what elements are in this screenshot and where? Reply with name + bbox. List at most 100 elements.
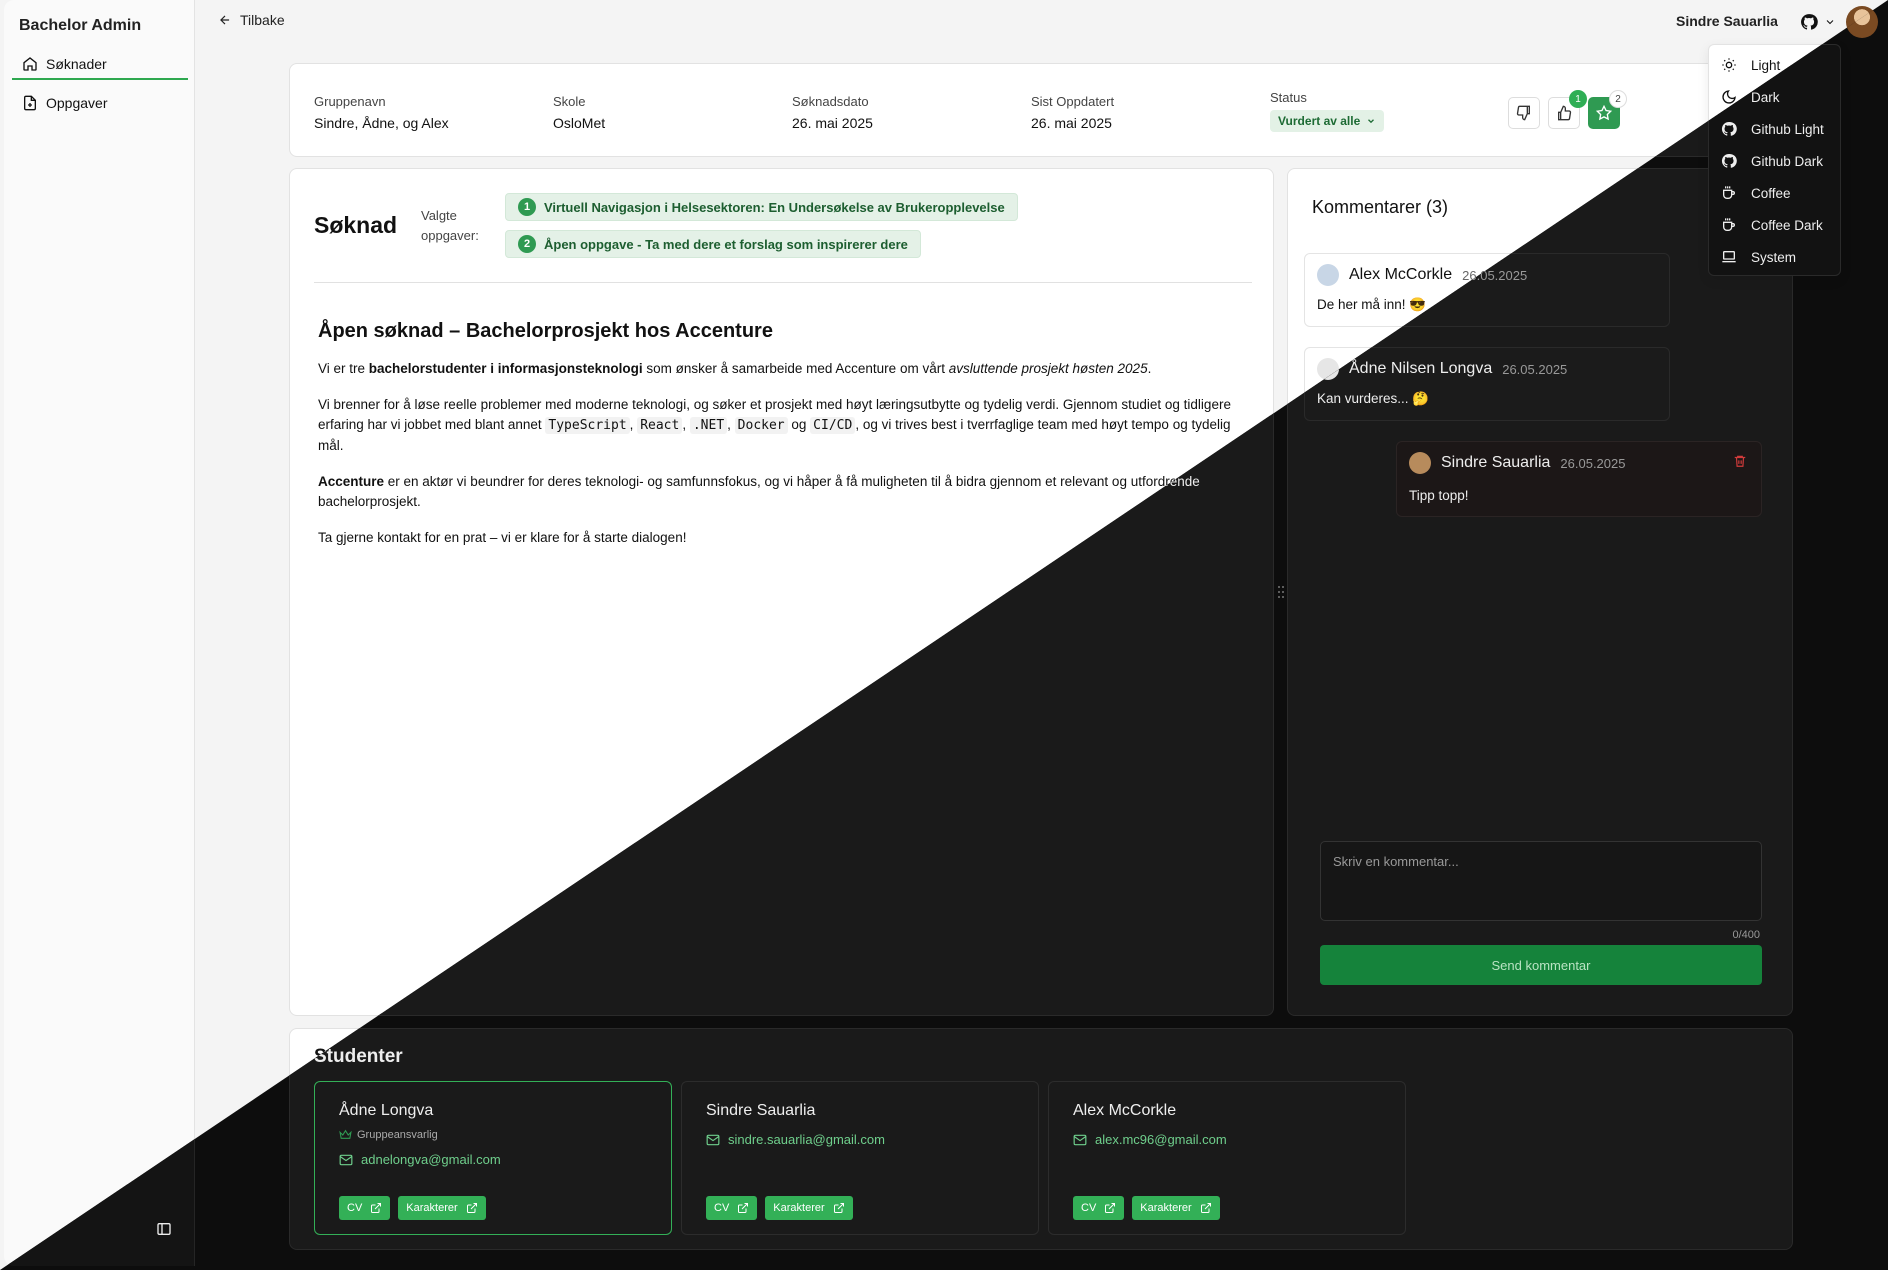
sidebar-item-label: Oppgaver bbox=[46, 95, 108, 111]
chevron-down-icon[interactable] bbox=[1824, 16, 1836, 28]
like-count-badge: 1 bbox=[1569, 90, 1587, 108]
send-comment-button[interactable]: Send kommentar bbox=[1320, 945, 1762, 985]
character-counter: 0/400 bbox=[1732, 929, 1760, 941]
application-document: Åpen søknad – Bachelorprosjekt hos Accen… bbox=[318, 321, 1248, 564]
mail-icon bbox=[339, 1154, 353, 1165]
student-name: Alex McCorkle bbox=[1073, 1102, 1177, 1119]
task-number: 2 bbox=[518, 235, 536, 253]
crown-icon bbox=[339, 1129, 352, 1139]
external-link-icon bbox=[1200, 1203, 1211, 1213]
theme-menu: Light Dark Github Light Github Dark Coff… bbox=[1708, 44, 1841, 276]
date-value: 26. mai 2025 bbox=[792, 115, 873, 131]
date-info: Søknadsdato 26. mai 2025 bbox=[792, 94, 873, 131]
dislike-button[interactable] bbox=[1508, 97, 1540, 129]
user-name: Sindre Sauarlia bbox=[1676, 13, 1778, 29]
coffee-icon bbox=[1723, 186, 1735, 199]
school-value: OsloMet bbox=[553, 115, 606, 131]
theme-option-light[interactable]: Light bbox=[1721, 51, 1780, 79]
student-email-link[interactable]: adnelongva@gmail.com bbox=[339, 1152, 501, 1167]
theme-option-coffee[interactable]: Coffee bbox=[1721, 179, 1791, 207]
document-heading: Åpen søknad – Bachelorprosjekt hos Accen… bbox=[318, 320, 773, 342]
trash-icon[interactable] bbox=[1733, 454, 1747, 468]
sidebar-toggle-icon[interactable] bbox=[156, 1221, 172, 1237]
light-theme-view: Bachelor Admin Søknader Oppgaver Tilbake… bbox=[0, 0, 1888, 1270]
comment-input[interactable]: Skriv en kommentar... bbox=[1320, 841, 1762, 921]
github-icon[interactable] bbox=[1800, 13, 1818, 31]
updated-info: Sist Oppdatert 26. mai 2025 bbox=[1031, 94, 1114, 131]
document-paragraph: Vi brenner for å løse reelle problemer m… bbox=[318, 397, 1231, 453]
cv-button[interactable]: CV bbox=[1073, 1196, 1125, 1220]
document-paragraph: Vi er tre bachelorstudenter i informasjo… bbox=[318, 361, 1152, 376]
like-button[interactable]: 1 bbox=[1548, 90, 1587, 129]
external-link-icon bbox=[738, 1203, 749, 1213]
sidebar-item-oppgaver[interactable]: Oppgaver bbox=[12, 88, 188, 118]
github-icon bbox=[1721, 153, 1737, 168]
grades-button[interactable]: Karakterer bbox=[765, 1196, 853, 1220]
file-plus-icon bbox=[24, 95, 36, 111]
arrow-left-icon bbox=[220, 15, 230, 25]
theme-option-github-light[interactable]: Github Light bbox=[1721, 115, 1824, 143]
moon-icon bbox=[1722, 90, 1736, 104]
document-paragraph: Ta gjerne kontakt for en prat – vi er kl… bbox=[318, 530, 687, 545]
task-number: 1 bbox=[518, 198, 536, 216]
student-name: Ådne Longva bbox=[339, 1102, 434, 1119]
comment-date: 26.05.2025 bbox=[1462, 267, 1528, 283]
group-label: Gruppenavn bbox=[314, 94, 386, 109]
document-paragraph: Accenture er en aktør vi beundrer for de… bbox=[318, 474, 1200, 509]
student-email-link[interactable]: sindre.sauarlia@gmail.com bbox=[706, 1132, 885, 1147]
home-icon bbox=[23, 57, 37, 71]
comment-text: Kan vurderes... 🤔 bbox=[1317, 391, 1430, 406]
status-dropdown[interactable]: Vurdert av alle bbox=[1270, 110, 1385, 132]
school-label: Skole bbox=[553, 94, 586, 109]
avatar bbox=[1317, 358, 1339, 380]
grades-button[interactable]: Karakterer bbox=[398, 1196, 486, 1220]
comment-author: Sindre Sauarlia bbox=[1441, 454, 1551, 471]
student-card: Ådne Longva Gruppeansvarlig adnelongva@g… bbox=[314, 1081, 672, 1235]
cv-button[interactable]: CV bbox=[339, 1196, 391, 1220]
student-email-link[interactable]: alex.mc96@gmail.com bbox=[1073, 1132, 1227, 1147]
external-link-icon bbox=[1105, 1203, 1116, 1213]
sun-icon bbox=[1722, 58, 1736, 72]
date-label: Søknadsdato bbox=[792, 94, 869, 109]
laptop-icon bbox=[1722, 251, 1736, 263]
comments-card: Kommentarer (3) Alex McCorkle 26.05.2025 … bbox=[1287, 168, 1793, 1016]
sidebar: Bachelor Admin Søknader Oppgaver bbox=[4, 0, 195, 1266]
comment-date: 26.05.2025 bbox=[1502, 361, 1568, 377]
application-info-card: Gruppenavn Sindre, Ådne, og Alex Skole O… bbox=[289, 63, 1793, 157]
task-chip-2[interactable]: 2 Åpen oppgave - Ta med dere et forslag … bbox=[505, 230, 921, 258]
sidebar-item-soknader[interactable]: Søknader bbox=[12, 50, 188, 80]
resize-handle-icon[interactable] bbox=[1277, 585, 1285, 599]
thumbs-up-icon bbox=[1558, 105, 1572, 121]
selected-tasks-label: Valgte oppgaver: bbox=[421, 208, 479, 243]
task-chip-1[interactable]: 1 Virtuell Navigasjon i Helsesektoren: E… bbox=[505, 193, 1018, 221]
application-title: Søknad bbox=[314, 212, 398, 238]
star-button[interactable]: 2 bbox=[1588, 90, 1627, 129]
back-label: Tilbake bbox=[240, 12, 285, 28]
comment-text: De her må inn! 😎 bbox=[1317, 297, 1427, 312]
thumbs-down-icon bbox=[1516, 105, 1530, 121]
comment-item: Ådne Nilsen Longva 26.05.2025 Kan vurdere… bbox=[1304, 347, 1670, 421]
status-value: Vurdert av alle bbox=[1278, 114, 1361, 128]
theme-option-coffee-dark[interactable]: Coffee Dark bbox=[1721, 211, 1823, 239]
updated-label: Sist Oppdatert bbox=[1031, 94, 1115, 109]
task-label: Virtuell Navigasjon i Helsesektoren: En … bbox=[544, 199, 1005, 215]
mail-icon bbox=[1073, 1134, 1087, 1145]
divider bbox=[314, 282, 1252, 283]
theme-option-system[interactable]: System bbox=[1721, 243, 1796, 271]
status-info: Status Vurdert av alle bbox=[1270, 90, 1385, 132]
student-role: Gruppeansvarlig bbox=[339, 1128, 438, 1141]
students-title: Studenter bbox=[314, 1046, 403, 1067]
comment-author: Ådne Nilsen Longva bbox=[1349, 360, 1493, 377]
comment-date: 26.05.2025 bbox=[1560, 455, 1626, 471]
external-link-icon bbox=[466, 1203, 477, 1213]
back-button[interactable]: Tilbake bbox=[218, 12, 285, 28]
task-label: Åpen oppgave - Ta med dere et forslag so… bbox=[544, 236, 908, 252]
avatar[interactable] bbox=[1846, 6, 1878, 38]
theme-option-dark[interactable]: Dark bbox=[1721, 83, 1780, 111]
chevron-down-icon bbox=[1368, 119, 1375, 124]
updated-value: 26. mai 2025 bbox=[1031, 115, 1112, 131]
external-link-icon bbox=[371, 1203, 382, 1213]
cv-button[interactable]: CV bbox=[706, 1196, 758, 1220]
theme-option-github-dark[interactable]: Github Dark bbox=[1721, 147, 1823, 175]
grades-button[interactable]: Karakterer bbox=[1132, 1196, 1220, 1220]
